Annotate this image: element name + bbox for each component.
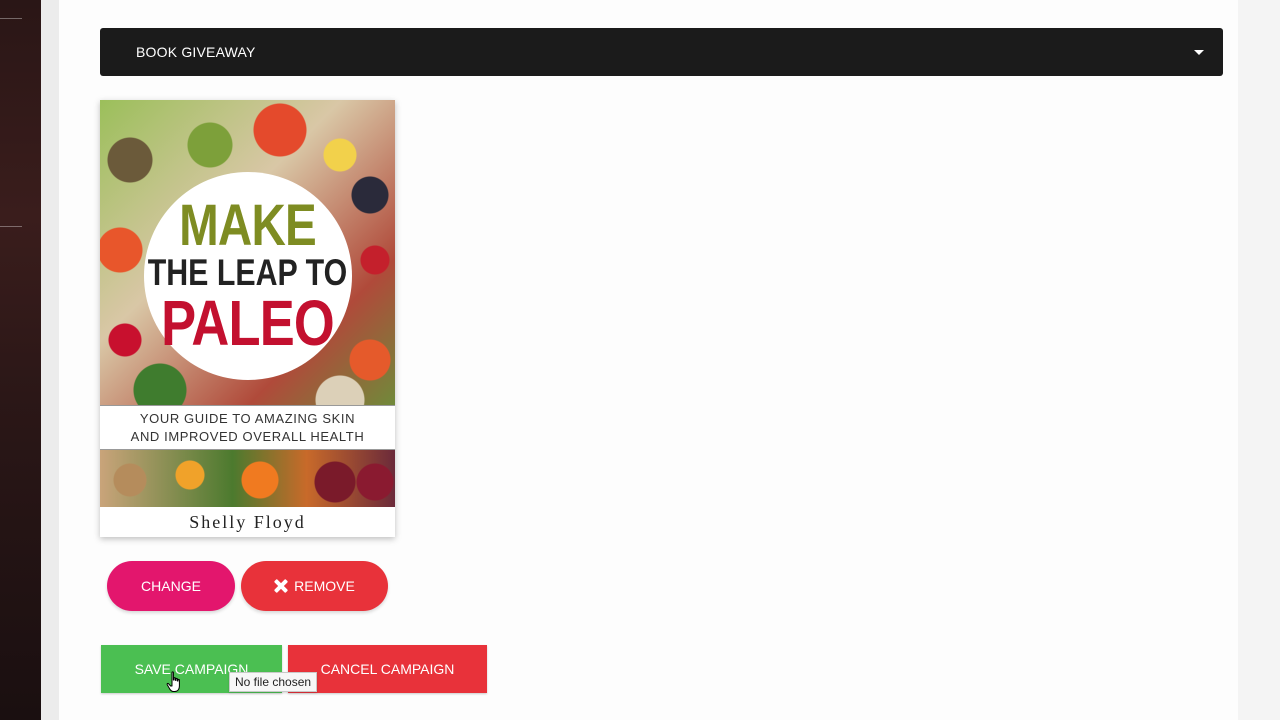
right-gutter — [1238, 0, 1280, 720]
left-gutter — [41, 0, 59, 720]
background-window-edge — [0, 0, 41, 720]
close-icon — [274, 579, 288, 593]
cancel-campaign-button[interactable]: CANCEL CAMPAIGN — [288, 645, 487, 693]
caret-down-icon — [1194, 50, 1204, 55]
edge-divider — [0, 18, 22, 19]
cover-subtitle-line2: AND IMPROVED OVERALL HEALTH — [130, 429, 365, 444]
campaign-type-dropdown[interactable]: BOOK GIVEAWAY — [100, 28, 1223, 76]
change-image-label: CHANGE — [141, 578, 201, 594]
remove-image-button[interactable]: REMOVE — [241, 561, 388, 611]
change-image-button[interactable]: CHANGE — [107, 561, 235, 611]
edge-divider — [0, 226, 22, 227]
cover-food-photo-bottom — [100, 450, 395, 507]
cancel-campaign-label: CANCEL CAMPAIGN — [320, 661, 455, 677]
file-input-tooltip: No file chosen — [229, 672, 318, 692]
cover-title-paleo: PALEO — [161, 287, 335, 359]
cover-author: Shelly Floyd — [189, 512, 306, 532]
hand-pointer-cursor-icon — [166, 671, 180, 692]
cover-title-make: MAKE — [179, 193, 317, 258]
book-cover-image: MAKE THE LEAP TO PALEO YOUR GUIDE TO AMA… — [100, 100, 395, 537]
campaign-type-selected: BOOK GIVEAWAY — [136, 44, 256, 60]
remove-image-label: REMOVE — [294, 578, 355, 594]
cover-subtitle-line1: YOUR GUIDE TO AMAZING SKIN — [139, 411, 356, 426]
